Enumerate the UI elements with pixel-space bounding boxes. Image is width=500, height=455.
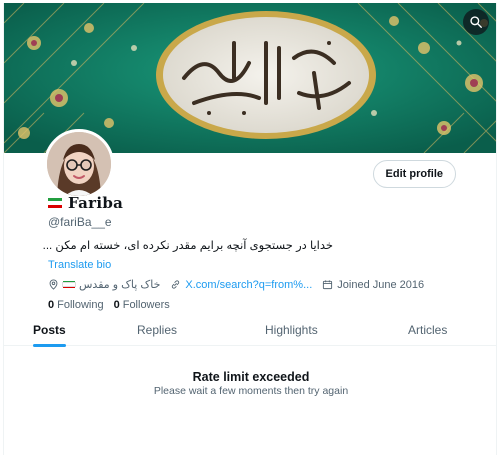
search-icon — [470, 16, 482, 28]
tab-replies[interactable]: Replies — [137, 317, 177, 346]
location: خاک پاک و مقدس — [48, 278, 160, 291]
link-icon — [172, 280, 180, 289]
empty-state-subtitle: Please wait a few moments then try again — [153, 385, 349, 397]
tab-articles-label: Articles — [408, 323, 448, 337]
join-date-text: Joined June 2016 — [337, 278, 425, 291]
user-handle: @fariBa__e — [48, 215, 112, 229]
tab-articles[interactable]: Articles — [408, 317, 447, 346]
location-pin-icon — [49, 279, 58, 290]
followers-link[interactable]: 0 Followers — [114, 299, 170, 311]
iran-flag-icon — [48, 198, 62, 208]
profile-meta: خاک پاک و مقدس X.com/search?q=from%... J… — [48, 278, 434, 291]
iran-flag-icon — [62, 280, 76, 289]
empty-state-title: Rate limit exceeded — [192, 370, 310, 384]
calendar-icon — [323, 280, 333, 290]
tab-highlights-label: Highlights — [265, 323, 318, 337]
following-link[interactable]: 0 Following — [48, 299, 104, 311]
website: X.com/search?q=from%... — [170, 279, 312, 291]
following-label: Following — [57, 299, 104, 311]
edit-profile-button[interactable]: Edit profile — [372, 160, 456, 188]
translate-bio-link[interactable]: Translate bio — [48, 259, 111, 271]
display-name-row: Fariba — [48, 194, 123, 212]
search-button[interactable] — [463, 9, 489, 35]
avatar-image — [47, 132, 111, 196]
tab-highlights[interactable]: Highlights — [265, 317, 318, 346]
website-link[interactable]: X.com/search?q=from%... — [185, 279, 312, 291]
tab-replies-label: Replies — [137, 323, 178, 337]
display-name: Fariba — [68, 194, 124, 212]
followers-count: 0 — [113, 299, 120, 311]
tab-posts-label: Posts — [33, 323, 66, 337]
followers-label: Followers — [122, 299, 170, 311]
join-date: Joined June 2016 — [322, 279, 424, 291]
location-text: خاک پاک و مقدس — [79, 279, 161, 291]
bio-text: خدایا در جستجوی آنچه برایم مقدر نکرده ای… — [42, 240, 333, 252]
profile-tabs: Posts Replies Highlights Articles — [4, 317, 496, 347]
profile-page: Edit profile Fariba @fariBa__e خدایا در … — [3, 3, 497, 455]
avatar[interactable] — [44, 129, 114, 199]
active-tab-indicator — [33, 344, 66, 347]
following-count: 0 — [48, 299, 55, 311]
tab-posts[interactable]: Posts — [33, 317, 66, 347]
follow-stats: 0 Following 0 Followers — [48, 299, 170, 311]
